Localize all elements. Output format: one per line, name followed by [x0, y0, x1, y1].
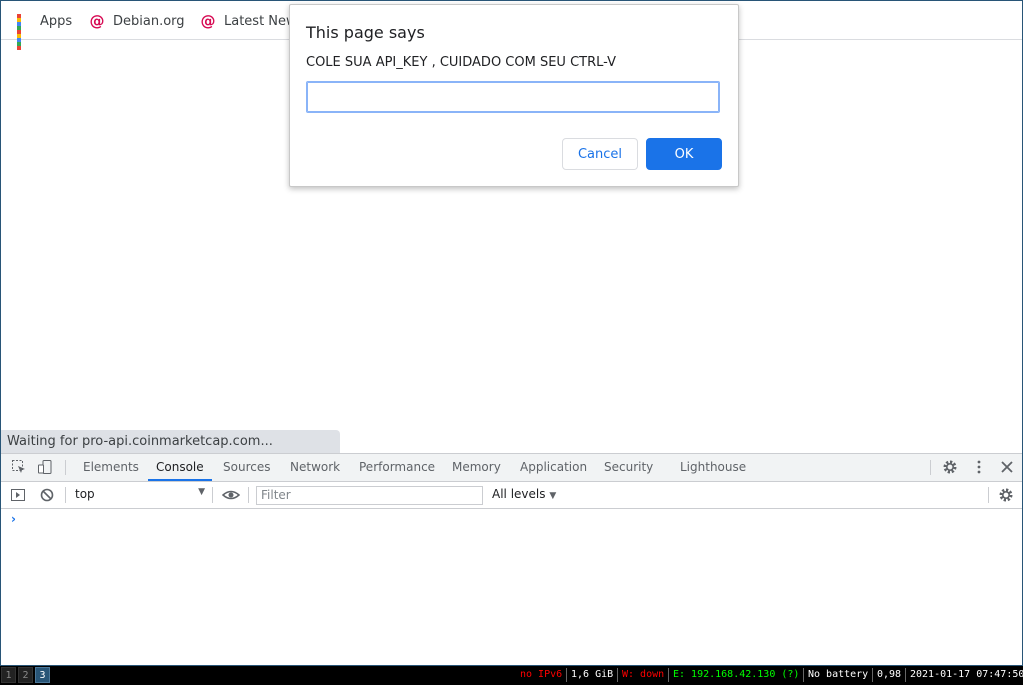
log-levels-label: All levels	[492, 487, 546, 501]
context-select[interactable]: top ▼	[75, 487, 207, 503]
close-devtools-icon[interactable]	[999, 459, 1015, 475]
tab-security[interactable]: Security	[604, 454, 653, 481]
prompt-dialog: This page says COLE SUA API_KEY , CUIDAD…	[289, 4, 739, 187]
debian-icon: @	[89, 12, 105, 30]
battery-status: No battery	[808, 669, 869, 680]
workspace-button-2[interactable]: 2	[18, 667, 33, 683]
api-key-input[interactable]	[306, 81, 720, 113]
bookmark-apps[interactable]: Apps	[16, 11, 73, 50]
tab-elements[interactable]: Elements	[83, 454, 139, 481]
status-separator	[803, 668, 804, 682]
dropdown-arrow-icon: ▼	[198, 487, 205, 497]
more-options-icon[interactable]	[971, 459, 987, 475]
inspect-element-icon[interactable]	[11, 459, 27, 475]
i3-status-bar: 1 2 3 no IPv6 1,6 GiB W: down E: 192.168…	[0, 666, 1023, 685]
devtools-panel: Elements Console Sources Network Perform…	[1, 453, 1022, 665]
workspace-button-3[interactable]: 3	[35, 667, 50, 683]
cancel-button[interactable]: Cancel	[562, 138, 638, 170]
tab-lighthouse[interactable]: Lighthouse	[680, 454, 746, 481]
debian-icon: @	[200, 12, 216, 30]
tab-console[interactable]: Console	[148, 454, 212, 481]
settings-gear-icon[interactable]	[942, 459, 958, 475]
dialog-title: This page says	[306, 23, 425, 42]
wifi-status: W: down	[622, 669, 665, 680]
bookmark-label: Debian.org	[113, 13, 185, 29]
toolbar-divider	[212, 487, 213, 503]
bookmark-label: Apps	[40, 13, 73, 29]
bookmark-label: Latest New	[224, 13, 297, 29]
browser-window: Apps @ Debian.org @ Latest New This page…	[0, 0, 1023, 666]
toolbar-divider	[248, 487, 249, 503]
context-value: top	[75, 487, 95, 501]
tab-network[interactable]: Network	[290, 454, 340, 481]
clear-console-icon[interactable]	[39, 487, 55, 503]
console-toolbar: top ▼ Filter All levels ▼	[1, 482, 1022, 509]
ethernet-status: E: 192.168.42.130 (?)	[673, 669, 800, 680]
status-separator	[872, 668, 873, 682]
log-levels-select[interactable]: All levels ▼	[492, 487, 556, 501]
live-expression-eye-icon[interactable]	[221, 487, 241, 503]
tab-performance[interactable]: Performance	[359, 454, 435, 481]
dropdown-arrow-icon: ▼	[549, 491, 557, 501]
tab-application[interactable]: Application	[520, 454, 587, 481]
toolbar-divider	[988, 487, 989, 503]
show-sidebar-icon[interactable]	[10, 487, 26, 503]
toolbar-divider	[65, 487, 66, 503]
devtools-tab-bar: Elements Console Sources Network Perform…	[1, 454, 1022, 482]
dialog-message: COLE SUA API_KEY , CUIDADO COM SEU CTRL-…	[306, 55, 616, 70]
bookmark-debian-org[interactable]: @ Debian.org	[89, 11, 185, 31]
toolbar-divider	[65, 460, 66, 475]
load-status: 0,98	[877, 669, 902, 680]
status-separator	[617, 668, 618, 682]
tab-memory[interactable]: Memory	[452, 454, 501, 481]
tab-sources[interactable]: Sources	[223, 454, 270, 481]
ipv6-status: no IPv6	[520, 669, 563, 680]
datetime-status: 2021-01-17 07:47:50	[910, 669, 1023, 680]
console-settings-gear-icon[interactable]	[998, 487, 1014, 503]
bookmark-latest-news[interactable]: @ Latest New	[200, 11, 297, 31]
console-filter-input[interactable]: Filter	[256, 486, 483, 505]
toolbar-divider	[930, 460, 931, 475]
loading-status: Waiting for pro-api.coinmarketcap.com...	[1, 430, 340, 453]
apps-grid-icon	[16, 13, 32, 50]
ok-button[interactable]: OK	[646, 138, 722, 170]
status-separator	[566, 668, 567, 682]
status-separator	[668, 668, 669, 682]
status-separator	[905, 668, 906, 682]
device-toolbar-icon[interactable]	[37, 459, 53, 475]
console-prompt-chevron-icon[interactable]: ›	[11, 512, 16, 526]
disk-status: 1,6 GiB	[571, 669, 614, 680]
workspace-button-1[interactable]: 1	[1, 667, 16, 683]
